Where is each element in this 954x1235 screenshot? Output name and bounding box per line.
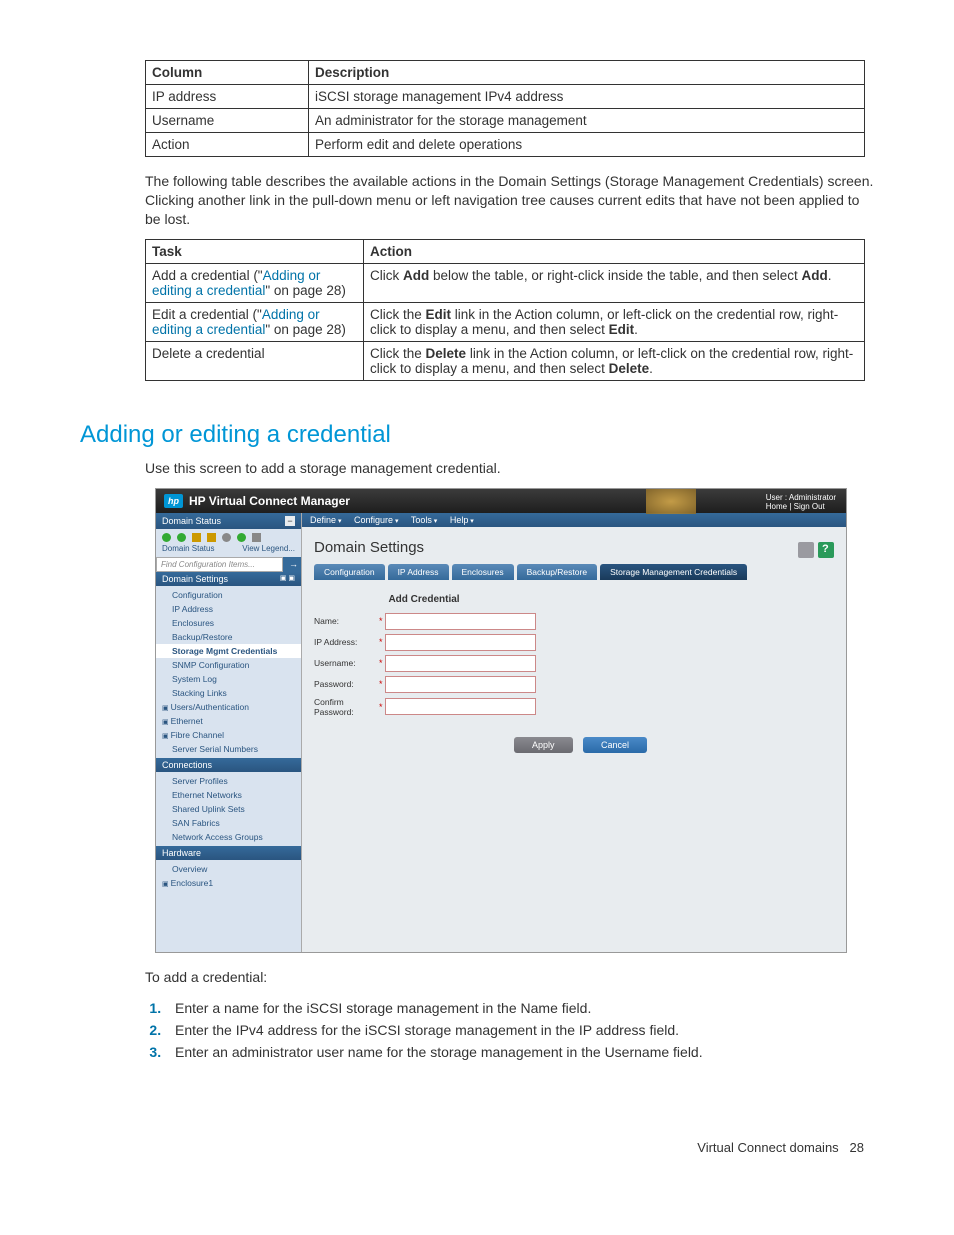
nav-section-domain-settings[interactable]: Domain Settings▣ ▣: [156, 572, 301, 586]
vc-titlebar: hp HP Virtual Connect Manager User : Adm…: [156, 489, 846, 513]
table-row: Add a credential ("Adding or editing a c…: [146, 263, 865, 302]
tabs: Configuration IP Address Enclosures Back…: [314, 564, 834, 580]
nav-list-domain: Configuration IP Address Enclosures Back…: [156, 586, 301, 758]
tab-configuration[interactable]: Configuration: [314, 564, 385, 580]
step-item: Enter an administrator user name for the…: [165, 1044, 874, 1060]
form-title: Add Credential: [314, 594, 534, 605]
app-title: HP Virtual Connect Manager: [189, 494, 350, 508]
nav-item-system-log[interactable]: System Log: [156, 672, 301, 686]
search-bar: →: [156, 557, 301, 572]
name-field[interactable]: [385, 613, 536, 630]
task-action-table: Task Action Add a credential ("Adding or…: [145, 239, 865, 381]
table-row: Action Perform edit and delete operation…: [146, 133, 865, 157]
domain-status-header: Domain Status −: [156, 513, 301, 529]
nav-item-stacking-links[interactable]: Stacking Links: [156, 686, 301, 700]
left-nav: Domain Status − Domain Status View Legen…: [156, 513, 302, 952]
apply-button[interactable]: Apply: [514, 737, 573, 753]
nav-item-backup-restore[interactable]: Backup/Restore: [156, 630, 301, 644]
table-row: Delete a credential Click the Delete lin…: [146, 341, 865, 380]
view-legend-link[interactable]: View Legend...: [242, 544, 295, 553]
collapse-icon[interactable]: −: [285, 516, 295, 526]
home-link[interactable]: Home: [766, 502, 787, 511]
vc-manager-screenshot: hp HP Virtual Connect Manager User : Adm…: [155, 488, 847, 953]
ip-address-field[interactable]: [385, 634, 536, 651]
menu-define[interactable]: Define: [310, 515, 341, 525]
menu-help[interactable]: Help: [450, 515, 474, 525]
tab-enclosures[interactable]: Enclosures: [452, 564, 514, 580]
nav-item-enclosure1[interactable]: Enclosure1: [156, 876, 301, 890]
domain-status-label: Domain Status: [162, 544, 214, 553]
column-description-table: Column Description IP address iSCSI stor…: [145, 60, 865, 157]
password-field[interactable]: [385, 676, 536, 693]
status-ok-icon: [162, 533, 171, 542]
th-description: Description: [309, 61, 865, 85]
menubar: Define Configure Tools Help: [302, 513, 846, 527]
nav-list-hardware: Overview Enclosure1: [156, 860, 301, 892]
status-warn-icon: [207, 533, 216, 542]
nav-section-hardware[interactable]: Hardware: [156, 846, 301, 860]
label-ip: IP Address:: [314, 637, 379, 647]
nav-item-san-fabrics[interactable]: SAN Fabrics: [156, 816, 301, 830]
nav-item-ip-address[interactable]: IP Address: [156, 602, 301, 616]
nav-item-server-serial[interactable]: Server Serial Numbers: [156, 742, 301, 756]
nav-item-overview[interactable]: Overview: [156, 862, 301, 876]
nav-item-users-auth[interactable]: Users/Authentication: [156, 700, 301, 714]
label-username: Username:: [314, 658, 379, 668]
nav-section-connections[interactable]: Connections: [156, 758, 301, 772]
th-action: Action: [364, 239, 865, 263]
nav-item-fibre-channel[interactable]: Fibre Channel: [156, 728, 301, 742]
signout-link[interactable]: Sign Out: [794, 502, 825, 511]
tab-backup-restore[interactable]: Backup/Restore: [517, 564, 597, 580]
user-info: User : Administrator Home | Sign Out: [766, 493, 836, 512]
tab-ip-address[interactable]: IP Address: [388, 564, 449, 580]
nav-item-shared-uplink[interactable]: Shared Uplink Sets: [156, 802, 301, 816]
page-footer: Virtual Connect domains 28: [80, 1140, 874, 1155]
step-item: Enter the IPv4 address for the iSCSI sto…: [165, 1022, 874, 1038]
nav-item-ethernet-networks[interactable]: Ethernet Networks: [156, 788, 301, 802]
status-unknown-icon: [222, 533, 231, 542]
status-other-icon: [252, 533, 261, 542]
menu-tools[interactable]: Tools: [411, 515, 437, 525]
cancel-button[interactable]: Cancel: [583, 737, 647, 753]
nav-item-ethernet[interactable]: Ethernet: [156, 714, 301, 728]
trophy-icon: [646, 489, 696, 514]
nav-item-snmp[interactable]: SNMP Configuration: [156, 658, 301, 672]
intro-paragraph: The following table describes the availa…: [145, 172, 874, 229]
main-content: Define Configure Tools Help Domain Setti…: [302, 513, 846, 952]
print-icon[interactable]: [798, 542, 814, 558]
nav-item-configuration[interactable]: Configuration: [156, 588, 301, 602]
status-ok-icon: [237, 533, 246, 542]
page-title: Domain Settings: [314, 539, 834, 556]
nav-item-enclosures[interactable]: Enclosures: [156, 616, 301, 630]
menu-configure[interactable]: Configure: [354, 515, 399, 525]
label-confirm-password: Confirm Password:: [314, 697, 379, 717]
status-icons-row: [156, 529, 301, 544]
nav-item-network-access[interactable]: Network Access Groups: [156, 830, 301, 844]
status-warn-icon: [192, 533, 201, 542]
step-item: Enter a name for the iSCSI storage manag…: [165, 1000, 874, 1016]
nav-list-connections: Server Profiles Ethernet Networks Shared…: [156, 772, 301, 846]
username-field[interactable]: [385, 655, 536, 672]
table-row: Edit a credential ("Adding or editing a …: [146, 302, 865, 341]
status-ok-icon: [177, 533, 186, 542]
hp-logo-icon: hp: [164, 494, 183, 508]
label-name: Name:: [314, 616, 379, 626]
nav-item-storage-mgmt-creds[interactable]: Storage Mgmt Credentials: [156, 644, 301, 658]
section-heading: Adding or editing a credential: [80, 421, 874, 449]
confirm-password-field[interactable]: [385, 698, 536, 715]
table-row: Username An administrator for the storag…: [146, 109, 865, 133]
steps-list: Enter a name for the iSCSI storage manag…: [145, 1000, 874, 1060]
table-row: IP address iSCSI storage management IPv4…: [146, 85, 865, 109]
search-input[interactable]: [156, 557, 283, 572]
label-password: Password:: [314, 679, 379, 689]
th-column: Column: [146, 61, 309, 85]
steps-intro: To add a credential:: [145, 968, 874, 987]
search-button[interactable]: →: [283, 557, 301, 572]
th-task: Task: [146, 239, 364, 263]
tab-storage-mgmt-creds[interactable]: Storage Management Credentials: [600, 564, 747, 580]
section-intro: Use this screen to add a storage managem…: [145, 459, 874, 478]
help-icon[interactable]: [818, 542, 834, 558]
nav-item-server-profiles[interactable]: Server Profiles: [156, 774, 301, 788]
